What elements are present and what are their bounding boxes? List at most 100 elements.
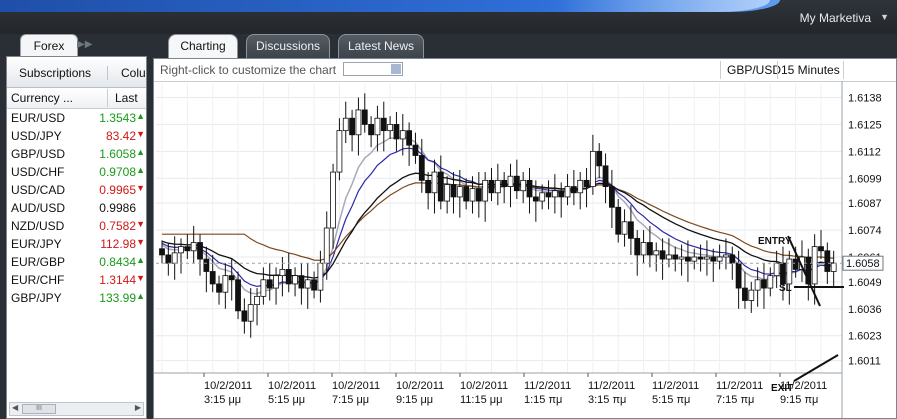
candle-body (216, 283, 222, 293)
candle-body (323, 227, 330, 264)
candle-body (273, 275, 279, 289)
candle-body (292, 275, 298, 285)
candle-body (425, 179, 432, 194)
watchlist-row[interactable]: EUR/GBP 0.8434 ▲ (7, 253, 146, 271)
x-tick-time: 1:15 πμ (524, 394, 562, 406)
scrollbar-thumb[interactable]: III (22, 404, 56, 414)
candle-body (418, 155, 425, 181)
candle-body (748, 289, 755, 301)
row-last-price: 0.9708 (99, 165, 136, 179)
horizontal-scrollbar[interactable]: ◀ III ▶ (9, 402, 144, 416)
candle-body (374, 117, 381, 136)
candle-body (488, 179, 495, 194)
candle-body (304, 279, 311, 289)
watchlist-row[interactable]: USD/CHF 0.9708 ▲ (7, 163, 146, 181)
candle-body (444, 184, 451, 202)
row-last-price: 0.9986 (99, 201, 136, 215)
x-tick-date: 10/2/2011 (396, 380, 444, 392)
watchlist-row[interactable]: AUD/USD 0.9986 (7, 199, 146, 217)
candle-body (349, 117, 355, 136)
y-tick-label: 1.6112 (848, 146, 881, 158)
candle-body (532, 196, 539, 202)
watchlist-row[interactable]: GBP/JPY 133.99 ▲ (7, 289, 146, 307)
candle-body (520, 179, 527, 192)
row-symbol: GBP/USD (11, 147, 66, 161)
candle-body (551, 190, 558, 198)
brand-swoosh-highlight (560, 0, 770, 12)
scroll-right-icon[interactable]: ▶ (135, 403, 141, 412)
candle-body (222, 275, 229, 293)
x-tick-time: 11:15 μμ (460, 394, 502, 406)
candle-body (621, 221, 628, 235)
candle-body (393, 124, 400, 140)
candle-body (596, 150, 603, 167)
watchlist-row[interactable]: USD/JPY 83.42 ▼ (7, 127, 146, 145)
chart-tool-dropdown[interactable] (343, 62, 403, 76)
candle-body (266, 279, 273, 289)
column-last[interactable]: Last (115, 91, 138, 105)
watchlist-row[interactable]: EUR/CHF 1.3144 ▼ (7, 271, 146, 289)
candle-body (818, 246, 824, 252)
candle-body (691, 256, 698, 262)
row-symbol: GBP/JPY (11, 291, 62, 305)
candle-body (178, 246, 184, 254)
candle-body (685, 256, 691, 262)
candle-body (716, 256, 723, 262)
chevron-down-icon[interactable]: ▼ (880, 12, 889, 22)
candle-body (184, 246, 191, 252)
row-symbol: USD/CAD (11, 183, 66, 197)
row-last-price: 1.3543 (99, 111, 136, 125)
watchlist-row[interactable]: EUR/USD 1.3543 ▲ (7, 109, 146, 127)
watchlist-row[interactable]: GBP/USD 1.6058 ▲ (7, 145, 146, 163)
candle-body (666, 254, 672, 260)
row-last-price: 83.42 (105, 129, 136, 143)
candle-body (336, 130, 343, 173)
tab-discussions[interactable]: Discussions (246, 34, 330, 58)
watchlist-row[interactable]: EUR/JPY 112.98 ▼ (7, 235, 146, 253)
watchlist-row[interactable]: USD/CAD 0.9965 ▼ (7, 181, 146, 199)
more-tabs-icon[interactable]: ▶▶ (77, 39, 92, 50)
columns-button[interactable]: Colu (121, 66, 146, 80)
ma-fast-line (161, 135, 834, 295)
row-symbol: NZD/USD (11, 219, 65, 233)
tab-forex[interactable]: Forex (20, 34, 78, 57)
candle-body (330, 171, 336, 229)
y-tick-label: 1.6138 (848, 93, 882, 105)
candle-body (627, 221, 634, 239)
tab-latest-news[interactable]: Latest News (338, 34, 424, 58)
tab-charting[interactable]: Charting (168, 34, 238, 59)
y-tick-label: 1.6087 (848, 198, 882, 210)
candle-body (450, 184, 457, 198)
row-last-price: 0.7582 (99, 219, 136, 233)
scroll-left-icon[interactable]: ◀ (12, 403, 18, 412)
x-tick-date: 11/2/2011 (716, 380, 763, 392)
y-tick-label: 1.6036 (848, 304, 882, 316)
candle-body (640, 242, 647, 256)
candle-body (285, 269, 292, 285)
candle-body (412, 144, 419, 156)
x-tick-time: 3:15 πμ (588, 394, 626, 406)
candle-body (780, 262, 786, 285)
row-symbol: AUD/USD (11, 201, 66, 215)
row-symbol: EUR/GBP (11, 255, 66, 269)
subscriptions-button[interactable]: Subscriptions (19, 66, 91, 80)
candle-body (653, 250, 660, 256)
watchlist-row[interactable]: NZD/USD 0.7582 ▼ (7, 217, 146, 235)
annotation-exit: EXIT (771, 383, 793, 394)
chart-symbol[interactable]: GBP/USD (727, 63, 781, 77)
x-tick-date: 11/2/2011 (524, 380, 571, 392)
account-menu[interactable]: My Marketiva (800, 11, 871, 25)
candle-body (494, 179, 501, 194)
candle-body (228, 275, 235, 281)
price-chart[interactable]: 1.6138 1.6125 1.6112 1.6099 1.6087 1.6074 1.60… (154, 81, 896, 418)
candle-body (361, 109, 368, 125)
candle-body (209, 271, 216, 285)
candle-body (463, 186, 470, 202)
top-bar: My Marketiva ▼ (0, 0, 897, 34)
candle-body (254, 295, 260, 306)
chart-toolbar: Right-click to customize the chart GBP/U… (154, 59, 896, 82)
y-tick-label: 1.6049 (848, 277, 882, 289)
dropdown-icon[interactable] (391, 64, 401, 74)
chart-timeframe[interactable]: 15 Minutes (781, 63, 840, 77)
column-currency[interactable]: Currency ... (11, 91, 73, 105)
